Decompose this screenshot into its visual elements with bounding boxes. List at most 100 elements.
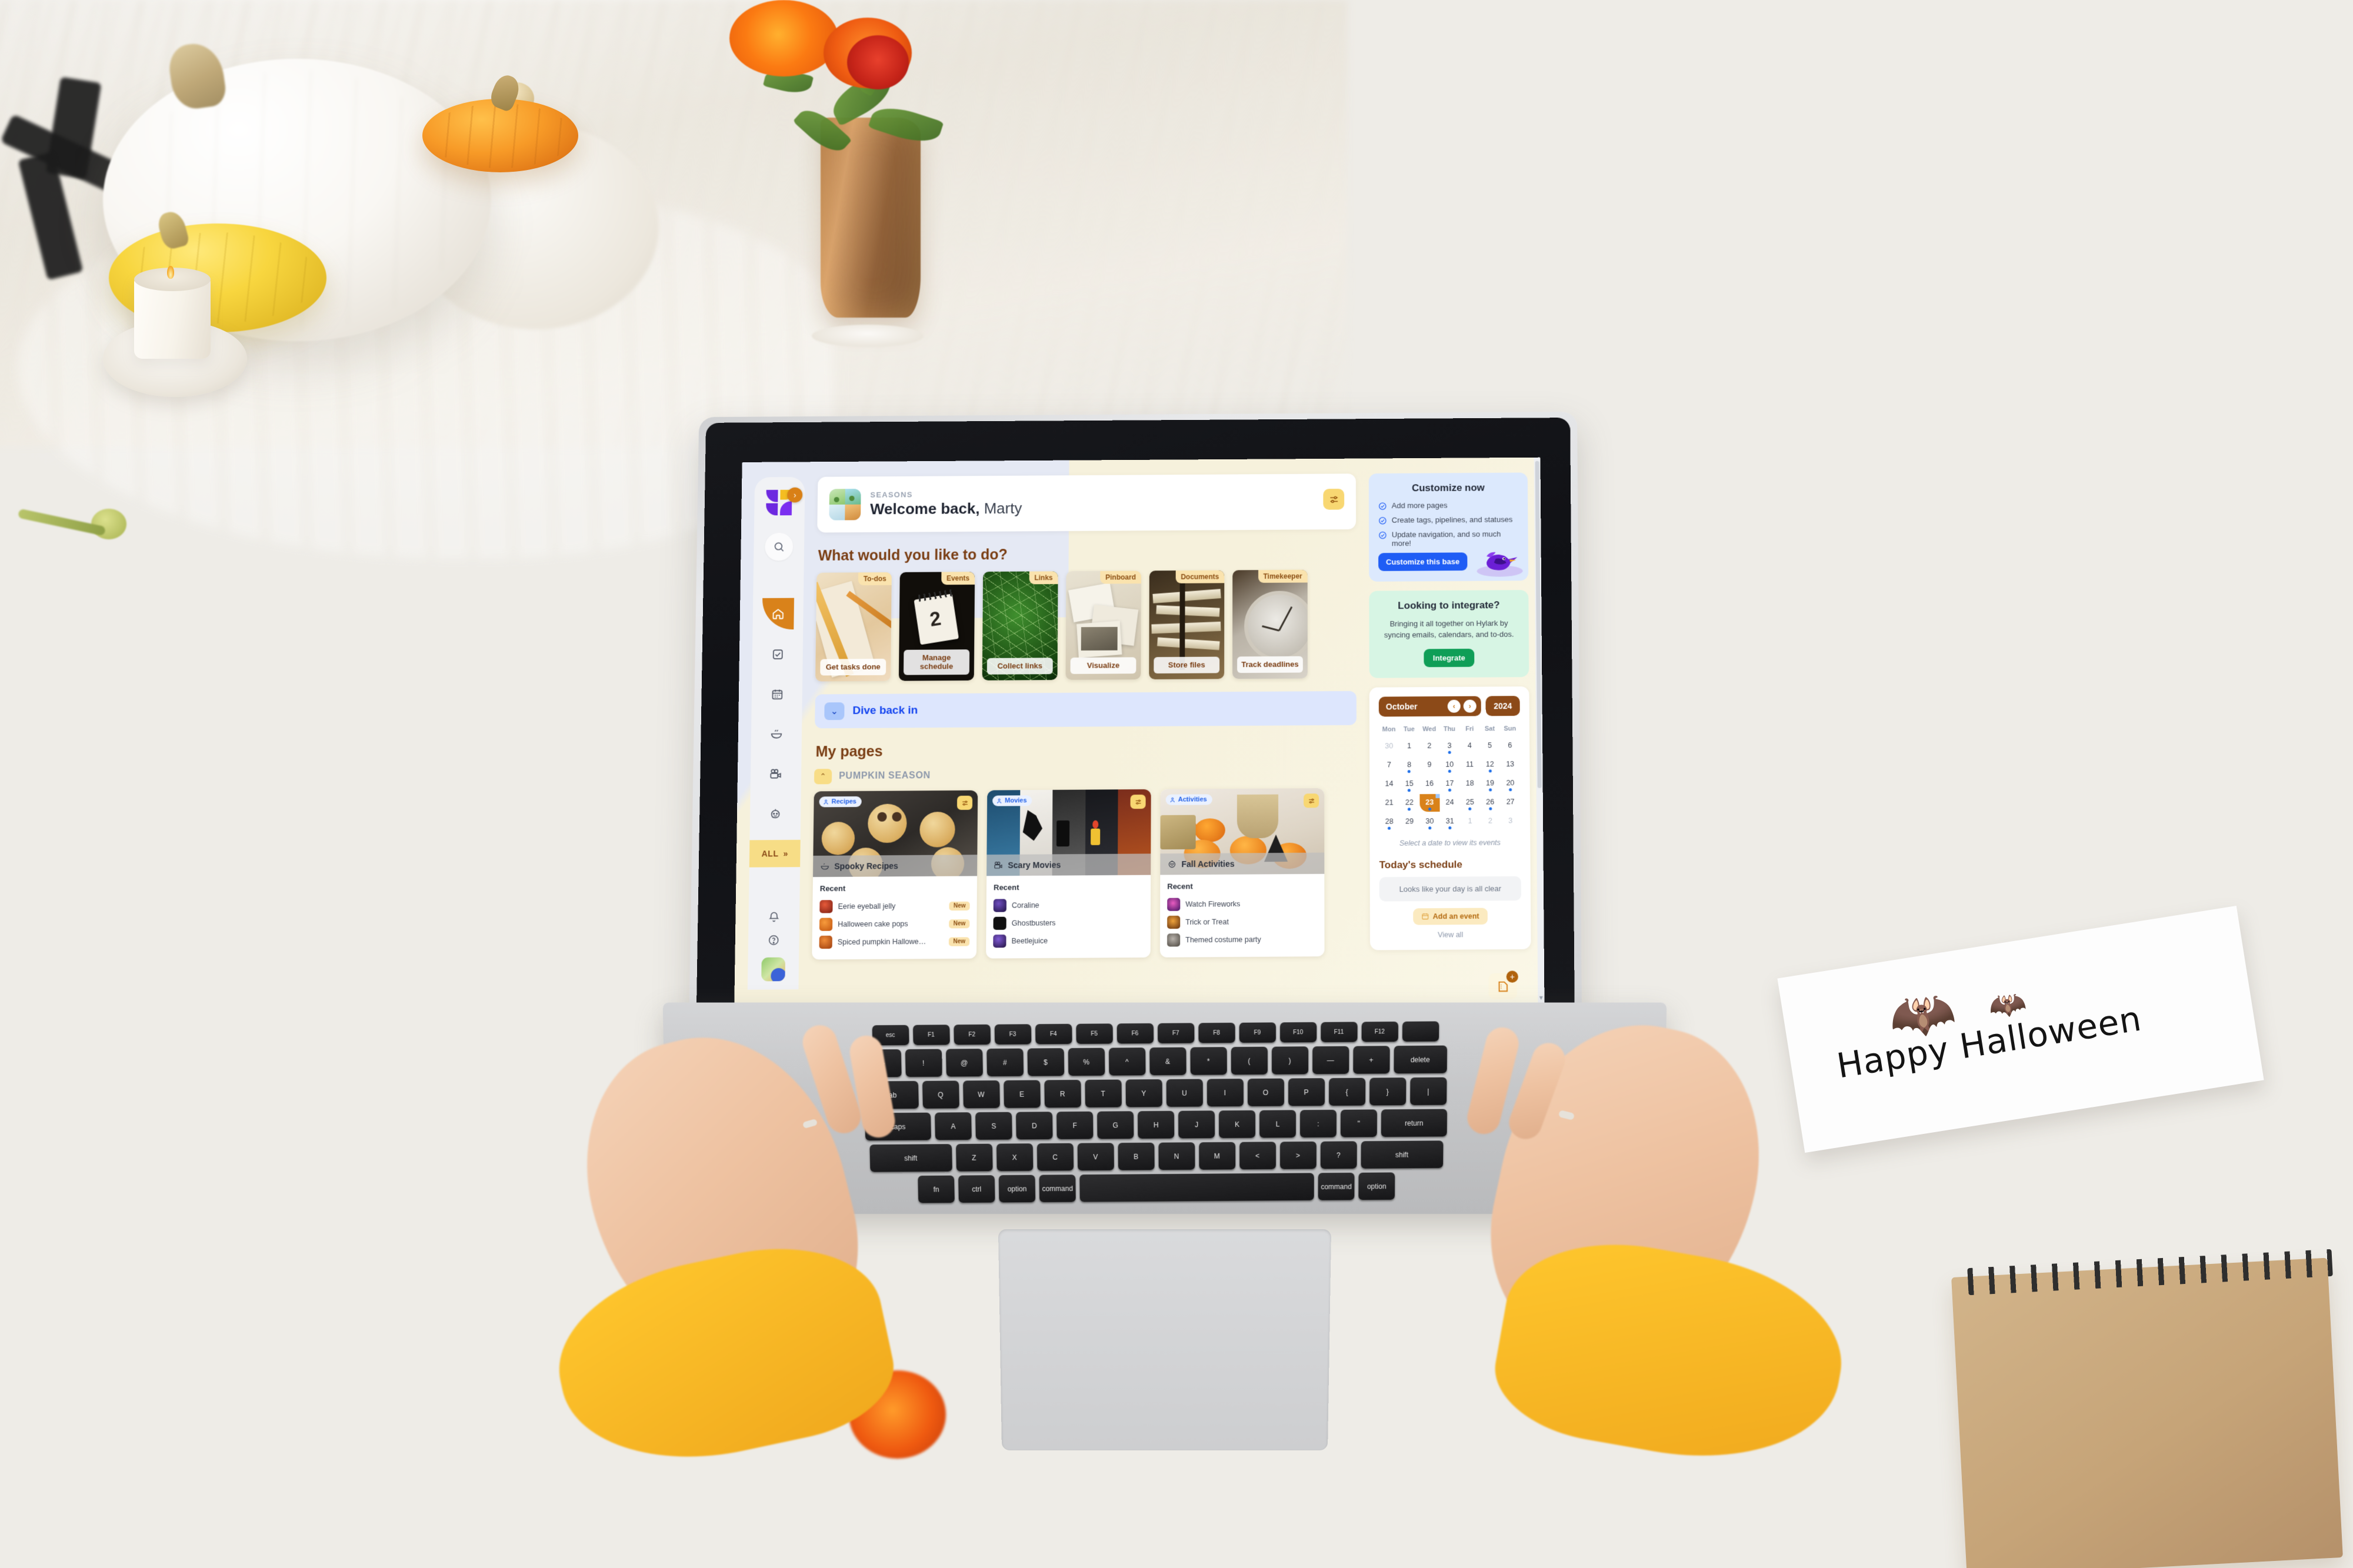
search-icon[interactable] <box>765 532 794 561</box>
sliders-icon[interactable] <box>1130 795 1146 809</box>
keyboard-key[interactable]: } <box>1369 1077 1406 1106</box>
keyboard-key[interactable]: fn <box>918 1175 955 1203</box>
calendar-day[interactable]: 20 <box>1500 775 1521 792</box>
keyboard-key[interactable]: F4 <box>1035 1023 1072 1045</box>
keyboard-key[interactable]: J <box>1178 1110 1215 1139</box>
calendar-day[interactable]: 16 <box>1419 775 1439 793</box>
keyboard-key[interactable]: " <box>1340 1109 1378 1137</box>
keyboard-key[interactable]: D <box>1016 1112 1053 1140</box>
calendar-day[interactable]: 5 <box>1479 737 1499 755</box>
quick-action-card[interactable]: Pinboard Visualize <box>1065 571 1141 680</box>
add-an-event-button[interactable]: Add an event <box>1413 908 1488 925</box>
keyboard-key[interactable]: F <box>1056 1111 1094 1139</box>
sidebar-item-all[interactable]: ALL » <box>749 839 801 868</box>
view-all-link[interactable]: View all <box>1379 930 1521 939</box>
avatar[interactable] <box>761 957 785 982</box>
list-item[interactable]: Halloween cake pops New <box>819 915 970 933</box>
sidebar-item-calendar[interactable] <box>761 679 794 709</box>
sidebar-item-todos[interactable] <box>761 639 794 669</box>
keyboard-key[interactable]: T <box>1084 1079 1122 1107</box>
calendar-day[interactable]: 30 <box>1419 813 1439 830</box>
keyboard-key[interactable]: F7 <box>1157 1023 1194 1043</box>
quick-action-card[interactable]: Timekeeper Track deadlines <box>1232 569 1308 679</box>
keyboard-key[interactable]: I <box>1207 1079 1244 1107</box>
keyboard-key[interactable]: % <box>1068 1047 1105 1076</box>
keyboard-key[interactable]: ctrl <box>958 1175 995 1203</box>
keyboard-key[interactable]: P <box>1288 1078 1325 1106</box>
keyboard-key[interactable]: ( <box>1231 1046 1268 1075</box>
calendar-day[interactable]: 31 <box>1439 813 1460 830</box>
keyboard-bottom-letter-row[interactable]: shift Z X C V B N M < >? shift <box>719 1140 1594 1173</box>
quick-action-card[interactable]: Links Collect links <box>982 571 1058 680</box>
next-month-button[interactable]: › <box>1463 699 1477 713</box>
keyboard-key[interactable] <box>1079 1173 1314 1202</box>
keyboard-key[interactable]: > <box>1279 1141 1317 1169</box>
calendar-day[interactable]: 12 <box>1480 756 1500 773</box>
keyboard-key[interactable]: ) <box>1271 1046 1308 1075</box>
calendar-day[interactable]: 30 <box>1379 738 1399 755</box>
keyboard-key[interactable]: return <box>1381 1109 1448 1137</box>
calendar-year[interactable]: 2024 <box>1485 695 1520 716</box>
keyboard-key[interactable]: H <box>1137 1110 1175 1139</box>
keyboard-key[interactable]: O <box>1247 1078 1284 1106</box>
keyboard-key[interactable]: option <box>1358 1172 1395 1200</box>
page-card[interactable]: Recipes Spooky Recipes Recent Eerie eyeb… <box>812 790 978 960</box>
list-item[interactable]: Coraline <box>993 896 1144 915</box>
hylark-logo[interactable]: › <box>766 487 803 516</box>
sliders-icon[interactable] <box>1304 793 1319 808</box>
keyboard-key[interactable]: U <box>1166 1079 1203 1107</box>
calendar-day[interactable]: 15 <box>1399 775 1419 793</box>
calendar-day[interactable]: 13 <box>1500 756 1521 773</box>
page-card[interactable]: Activities Fall Activities Recent Watch … <box>1159 788 1325 958</box>
calendar-day[interactable]: 1 <box>1399 738 1419 755</box>
calendar-day[interactable]: 2 <box>1480 812 1501 830</box>
customize-this-base-button[interactable]: Customize this base <box>1378 552 1468 571</box>
calendar-grid[interactable]: Mon Tue Wed Thu Fri Sat Sun 30 1 2 3 4 5 6 7 8 9 10 11 12 13… <box>1379 723 1521 831</box>
keyboard-key[interactable]: shift <box>869 1144 952 1172</box>
sidebar-item-recipes[interactable] <box>761 719 793 749</box>
dive-back-in-banner[interactable]: ⌄ Dive back in <box>815 690 1357 729</box>
app-sidebar[interactable]: › ALL » <box>747 476 805 990</box>
question-mark-icon[interactable] <box>768 934 779 948</box>
keyboard-key[interactable]: F1 <box>912 1025 950 1045</box>
keyboard-key[interactable]: R <box>1044 1079 1081 1108</box>
sliders-icon[interactable] <box>956 795 973 810</box>
keyboard-key[interactable]: : <box>1299 1109 1337 1138</box>
list-item[interactable]: Trick or Treat <box>1167 912 1317 931</box>
calendar-day[interactable]: 27 <box>1500 793 1521 811</box>
quick-action-card[interactable]: 2 Events Manage schedule <box>898 572 975 681</box>
keyboard-key[interactable]: < <box>1239 1142 1276 1170</box>
calendar-day[interactable]: 26 <box>1480 793 1501 811</box>
quick-action-card[interactable]: To-dos Get tasks done <box>815 572 892 682</box>
keyboard-key[interactable]: ? <box>1320 1141 1357 1169</box>
pages-group-header[interactable]: ⌃ PUMPKIN SEASON <box>814 766 1357 785</box>
integrate-button[interactable]: Integrate <box>1423 648 1475 668</box>
calendar-day[interactable]: 21 <box>1379 794 1399 812</box>
sidebar-item-home[interactable] <box>762 598 794 630</box>
calendar-day[interactable]: 9 <box>1419 756 1439 774</box>
list-item[interactable]: Watch Fireworks <box>1167 895 1317 913</box>
keyboard-key[interactable]: W <box>962 1080 1000 1109</box>
keyboard-key[interactable]: shift <box>1361 1140 1444 1169</box>
keyboard-key[interactable]: ^ <box>1108 1047 1146 1076</box>
keyboard-key[interactable]: — <box>1312 1046 1349 1075</box>
calendar-day[interactable]: 17 <box>1439 775 1459 792</box>
keyboard-key[interactable]: & <box>1149 1047 1187 1076</box>
keyboard-key[interactable]: command <box>1318 1172 1355 1200</box>
list-item[interactable]: Themed costume party <box>1166 930 1318 949</box>
keyboard-key[interactable]: F5 <box>1075 1023 1113 1044</box>
keyboard-key[interactable]: K <box>1218 1110 1256 1139</box>
bell-icon[interactable] <box>768 911 780 925</box>
chevron-down-icon[interactable]: ⌄ <box>824 702 845 720</box>
prev-month-button[interactable]: ‹ <box>1447 699 1461 713</box>
keyboard-key[interactable] <box>1402 1021 1439 1042</box>
calendar-day[interactable]: 23 <box>1419 793 1440 812</box>
calendar-day[interactable]: 19 <box>1480 775 1501 792</box>
calendar-day[interactable]: 24 <box>1439 793 1460 811</box>
quick-action-card[interactable]: Documents Store files <box>1149 570 1225 680</box>
calendar-day[interactable]: 29 <box>1399 813 1419 830</box>
keyboard-key[interactable]: @ <box>945 1049 983 1077</box>
keyboard-key[interactable]: B <box>1117 1142 1155 1170</box>
calendar-day[interactable]: 2 <box>1419 738 1439 755</box>
sliders-icon[interactable] <box>1323 488 1345 510</box>
